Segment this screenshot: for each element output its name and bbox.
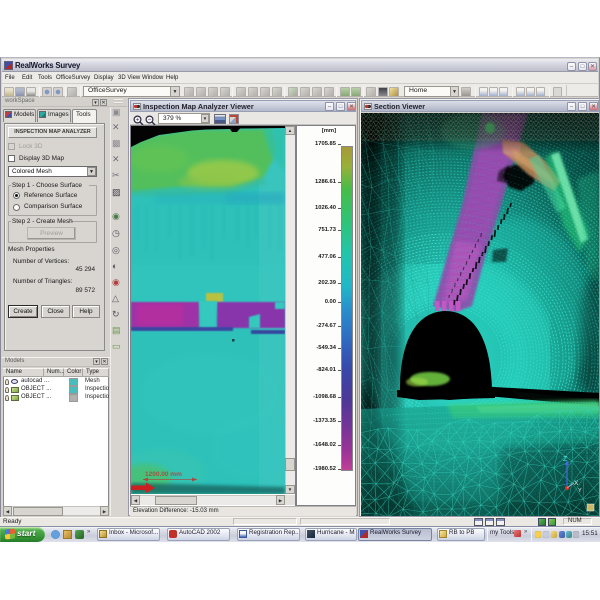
svg-text:−: − xyxy=(148,118,152,124)
svg-text:Z: Z xyxy=(563,456,568,463)
svg-text:X: X xyxy=(574,480,579,487)
svg-text:1200.00 mm: 1200.00 mm xyxy=(145,471,182,478)
svg-text:Y: Y xyxy=(578,488,582,494)
svg-text:+: + xyxy=(136,118,140,124)
